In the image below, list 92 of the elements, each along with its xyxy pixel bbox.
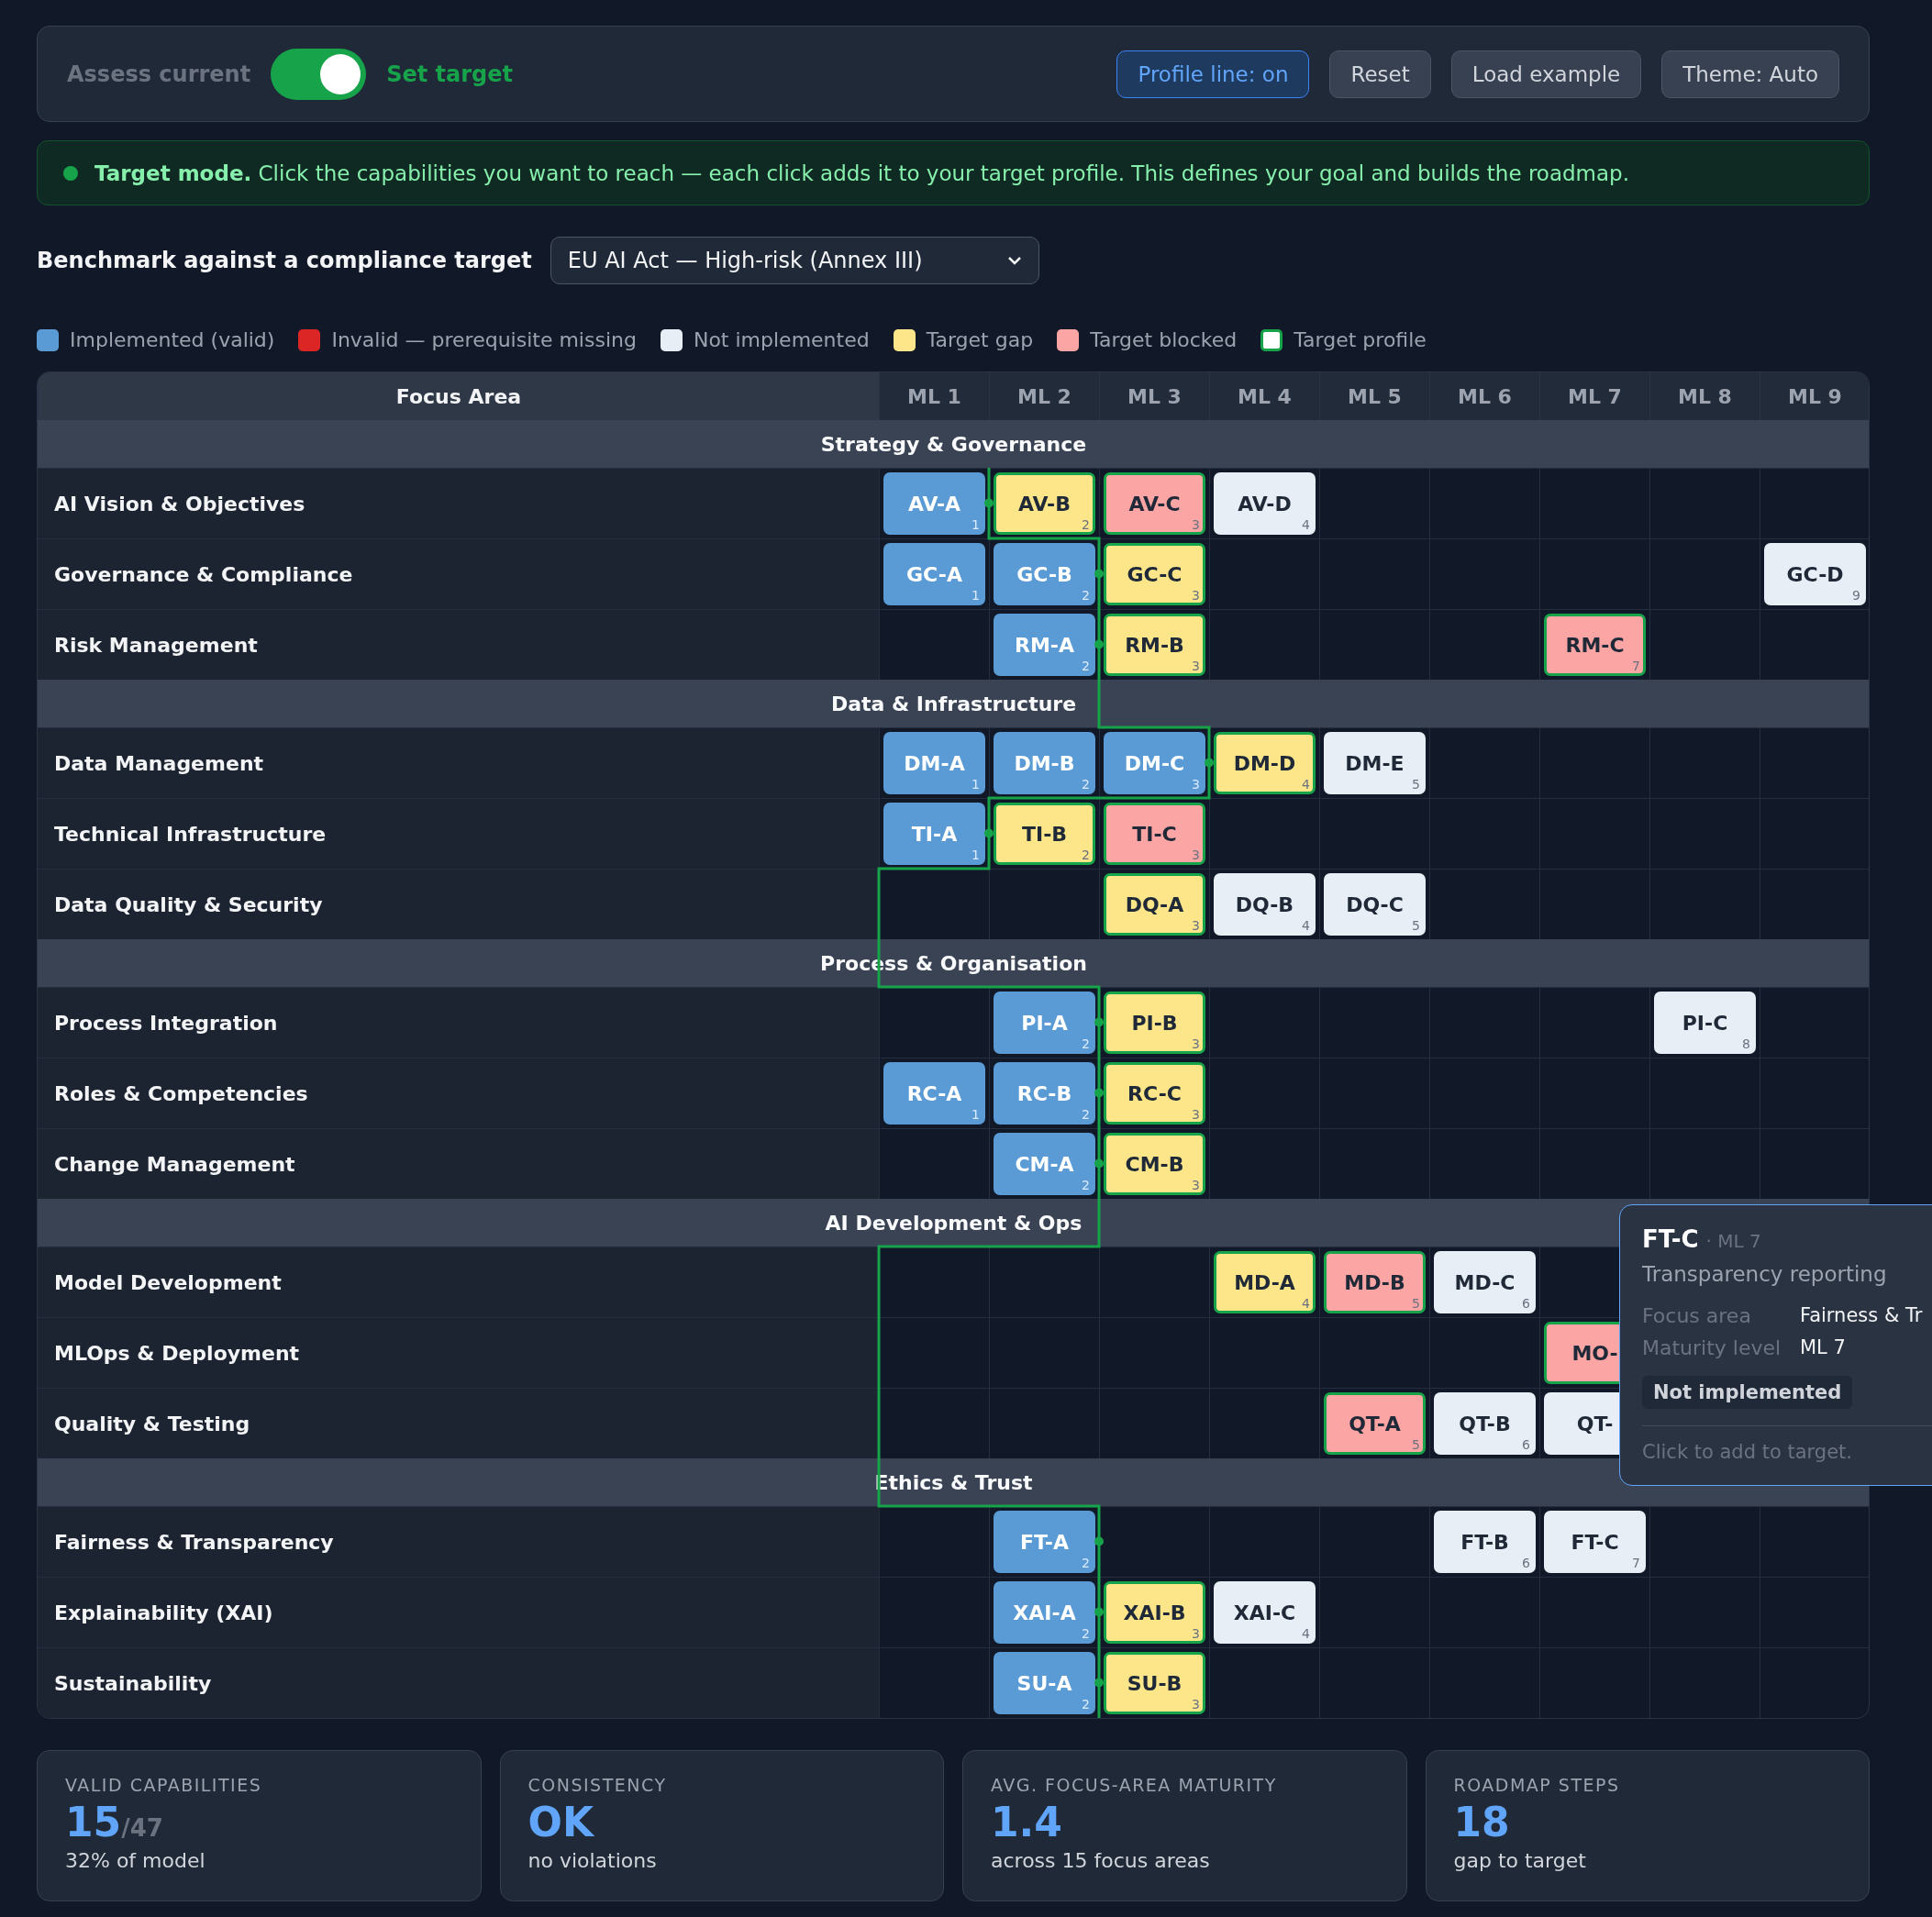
column-header: ML 7	[1539, 372, 1649, 420]
column-header: ML 3	[1099, 372, 1209, 420]
capability-tile[interactable]: AV-D 4	[1214, 472, 1316, 535]
capability-tile[interactable]: RC-C 3	[1104, 1062, 1205, 1125]
focus-area-name: Model Development	[38, 1247, 879, 1317]
tooltip-field-value: ML 7	[1800, 1336, 1847, 1359]
focus-area-name: Risk Management	[38, 610, 879, 680]
stat-label: AVG. FOCUS-AREA MATURITY	[991, 1775, 1278, 1795]
toolbar-button[interactable]: Theme: Auto	[1661, 50, 1839, 98]
capability-tile[interactable]: AV-C 3	[1104, 472, 1205, 535]
stat-total: /47	[121, 1814, 163, 1842]
column-header: Focus Area	[38, 372, 879, 420]
legend-label: Implemented (valid)	[70, 328, 275, 351]
toolbar-button[interactable]: Reset	[1329, 50, 1431, 98]
legend-label: Target blocked	[1090, 328, 1238, 351]
capability-tile[interactable]: FT-B 6	[1434, 1511, 1536, 1573]
focus-area-name: AI Vision & Objectives	[38, 469, 879, 538]
focus-area-name: Explainability (XAI)	[38, 1578, 879, 1647]
chevron-down-icon	[1006, 256, 1022, 265]
focus-area-name: Data Quality & Security	[38, 870, 879, 939]
mode-label: Assess current	[67, 61, 251, 87]
tooltip-level: · ML 7	[1705, 1230, 1761, 1252]
capability-tile[interactable]: DM-D 4	[1214, 732, 1316, 794]
stat-caption: gap to target	[1453, 1849, 1587, 1872]
stat-value: 15	[65, 1799, 122, 1845]
focus-area-name: Fairness & Transparency	[38, 1507, 879, 1577]
stat-value: 1.4	[991, 1799, 1062, 1845]
focus-area-name: Process Integration	[38, 988, 879, 1058]
capability-tile[interactable]: SU-B 3	[1104, 1652, 1205, 1714]
status-dot-icon	[63, 165, 78, 181]
focus-area-name: Roles & Competencies	[38, 1058, 879, 1128]
column-header: ML 5	[1319, 372, 1429, 420]
stat-caption: across 15 focus areas	[991, 1849, 1211, 1872]
capability-tile[interactable]: RM-C 7	[1544, 614, 1646, 676]
focus-area-name: Change Management	[38, 1129, 879, 1199]
benchmark-label: Benchmark against a compliance target	[37, 248, 532, 273]
capability-tile[interactable]: FT-C 7	[1544, 1511, 1646, 1573]
focus-area-name: Data Management	[38, 728, 879, 798]
benchmark-select[interactable]: EU AI Act — High-risk (Annex III)	[550, 237, 1039, 284]
stat-label: ROADMAP STEPS	[1453, 1775, 1621, 1795]
mode-label: Set target	[386, 61, 513, 87]
focus-area-name: Technical Infrastructure	[38, 799, 879, 869]
group-header: Strategy & Governance	[38, 420, 1869, 468]
capability-tile[interactable]: GC-C 3	[1104, 543, 1205, 605]
legend-label: Target gap	[926, 328, 1034, 351]
column-header: ML 6	[1429, 372, 1539, 420]
capability-tile[interactable]: DQ-B 4	[1214, 873, 1316, 936]
tooltip-description: Transparency reporting	[1642, 1262, 1888, 1286]
capability-tile[interactable]: QT-B 6	[1434, 1392, 1536, 1455]
capability-tile[interactable]: CM-B 3	[1104, 1133, 1205, 1195]
stat-label: CONSISTENCY	[527, 1775, 668, 1795]
capability-tile[interactable]: QT-A 5	[1324, 1392, 1426, 1455]
tooltip-field-value: Fairness & Tr	[1800, 1304, 1924, 1327]
stat-label: VALID CAPABILITIES	[65, 1775, 263, 1795]
focus-area-name: Quality & Testing	[38, 1389, 879, 1458]
toolbar-button[interactable]: Load example	[1450, 50, 1642, 98]
capability-tile[interactable]: MD-A 4	[1214, 1251, 1316, 1313]
capability-tile[interactable]: TI-C 3	[1104, 803, 1205, 865]
capability-tile[interactable]: MD-B 5	[1324, 1251, 1426, 1313]
capability-tile[interactable]: XAI-B 3	[1104, 1581, 1205, 1644]
focus-area-name: Sustainability	[38, 1648, 879, 1718]
focus-area-name: MLOps & Deployment	[38, 1318, 879, 1388]
legend-label: Target profile	[1294, 328, 1427, 351]
capability-tile[interactable]: XAI-C 4	[1214, 1581, 1316, 1644]
banner-text: Target mode. Click the capabilities you want to reach — each click adds it to your target profile. This defines your goal and builds the roadmap.	[94, 161, 1629, 185]
stat-caption: no violations	[527, 1849, 658, 1872]
capability-tile[interactable]: PI-B 3	[1104, 992, 1205, 1054]
stat-caption: 32% of model	[65, 1849, 206, 1872]
legend-label: Not implemented	[693, 328, 870, 351]
column-header: ML 4	[1209, 372, 1319, 420]
column-header: ML 2	[989, 372, 1099, 420]
capability-tile[interactable]: DM-E 5	[1324, 732, 1426, 794]
column-header: ML 9	[1760, 372, 1869, 420]
capability-tile[interactable]: PI-C 8	[1654, 992, 1756, 1054]
group-header: Process & Organisation	[38, 939, 1869, 987]
focus-area-name: Governance & Compliance	[38, 539, 879, 609]
column-header: ML 1	[879, 372, 989, 420]
capability-tile[interactable]: TI-B 2	[994, 803, 1095, 865]
stat-value: 18	[1453, 1799, 1510, 1845]
capability-tile[interactable]: RM-B 3	[1104, 614, 1205, 676]
capability-tile[interactable]: GC-D 9	[1764, 543, 1866, 605]
toolbar-button[interactable]: Profile line: on	[1116, 50, 1310, 98]
capability-tile[interactable]: DQ-A 3	[1104, 873, 1205, 936]
capability-tile[interactable]: DQ-C 5	[1324, 873, 1426, 936]
tooltip-code: FT-C	[1642, 1225, 1699, 1253]
stat-value: OK	[527, 1799, 594, 1845]
column-header: ML 8	[1649, 372, 1760, 420]
capability-tile[interactable]: AV-B 2	[994, 472, 1095, 535]
legend-label: Invalid — prerequisite missing	[331, 328, 637, 351]
group-header: Data & Infrastructure	[38, 680, 1869, 727]
capability-tile[interactable]: MD-C 6	[1434, 1251, 1536, 1313]
status-badge: Not implemented	[1642, 1376, 1853, 1409]
